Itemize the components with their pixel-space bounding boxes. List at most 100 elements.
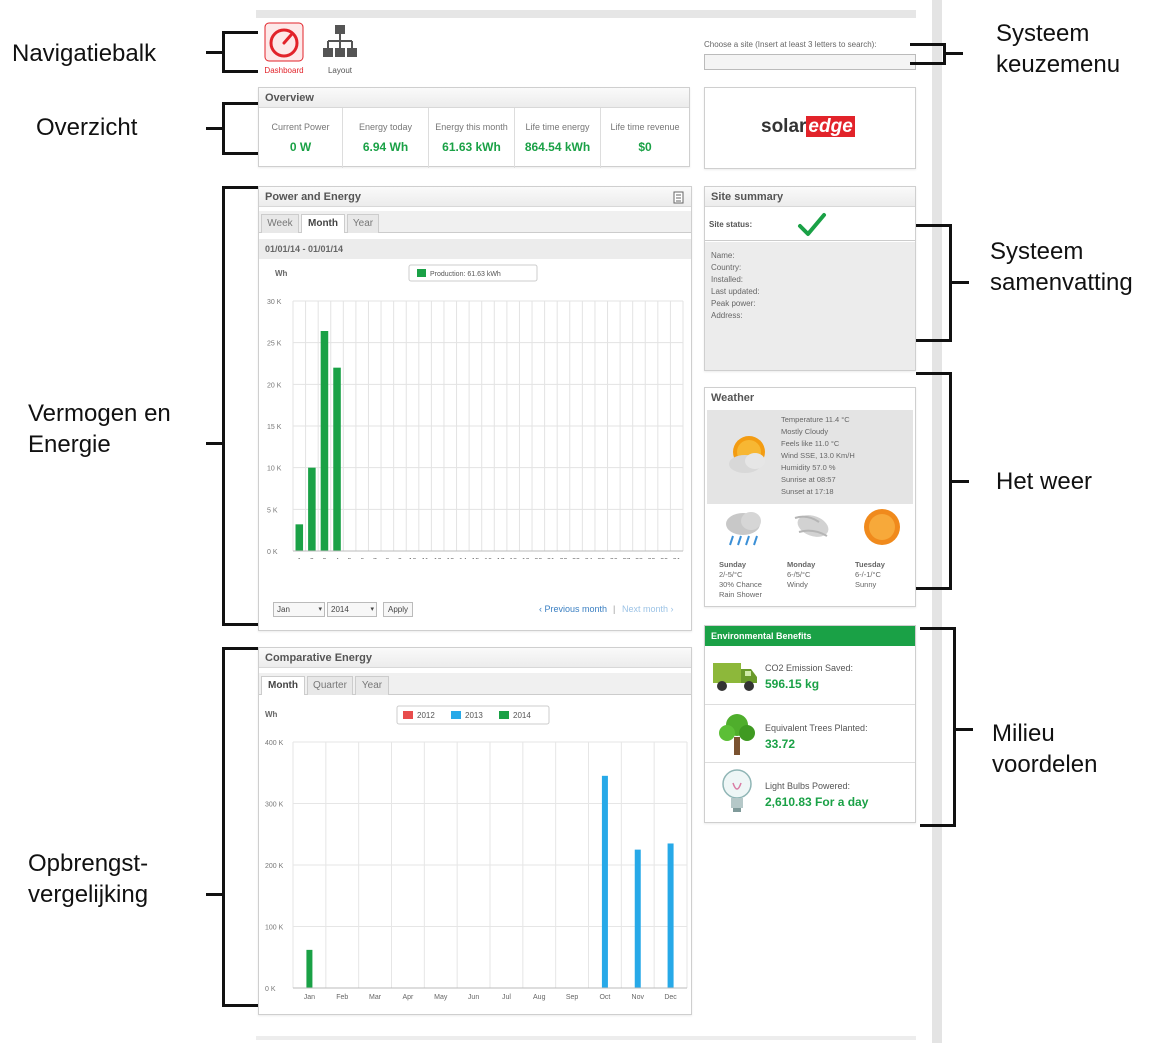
- x-tick-label: 31: [673, 558, 681, 559]
- x-tick-label: 5: [348, 558, 352, 559]
- brand-panel: solar edge: [704, 87, 916, 169]
- y-tick-label: 0 K: [265, 986, 276, 993]
- x-tick-label: 2: [310, 558, 314, 559]
- x-tick-label: Feb: [336, 994, 348, 1001]
- tab-year[interactable]: Year: [355, 676, 389, 695]
- forecast-day: Monday 6-/5/°C Windy: [781, 506, 847, 606]
- date-range: 01/01/14 - 01/01/14: [259, 239, 691, 259]
- apply-button[interactable]: Apply: [383, 602, 413, 617]
- annotation-env: Milieu voordelen: [992, 718, 1097, 780]
- comparative-chart: 2012 2013 2014 0 K 100 K 200 K 300 K 400 K Jan Fe…: [265, 705, 688, 1001]
- bracket-env: [920, 627, 956, 827]
- tab-month[interactable]: Month: [301, 214, 345, 233]
- x-tick-label: 15: [472, 558, 480, 559]
- env-row-co2: CO2 Emission Saved: 596.15 kg: [705, 647, 915, 705]
- truck-icon: [713, 663, 757, 691]
- bar-2013-Nov: [634, 849, 641, 988]
- overview-value: $0: [638, 140, 652, 154]
- bracket-tick: [206, 127, 223, 130]
- annotation-power: Vermogen en Energie: [28, 398, 171, 460]
- annotation-nav: Navigatiebalk: [12, 40, 157, 67]
- site-field: Address:: [711, 311, 743, 320]
- annotation-compare: Opbrengst- vergelijking: [28, 848, 148, 910]
- annotation-menu-line2: keuzemenu: [996, 51, 1121, 78]
- x-tick-label: Jan: [304, 994, 315, 1001]
- x-tick-label: Aug: [533, 994, 546, 1001]
- forecast-day-name: Tuesday: [855, 560, 885, 569]
- weather-line: Sunset at 17:18: [781, 487, 834, 496]
- logo-text-edge: edge: [806, 116, 855, 137]
- legend-label: 2014: [513, 711, 531, 720]
- overview-label: Energy today: [358, 122, 413, 132]
- env-row-bulbs: Light Bulbs Powered: 2,610.83 For a day: [705, 763, 915, 821]
- x-tick-label: 18: [509, 558, 517, 559]
- bracket-tick: [206, 51, 223, 54]
- x-tick-label: 20: [534, 558, 542, 559]
- env-value: 33.72: [765, 737, 796, 751]
- weather-current-details: Temperature 11.4 °C Mostly Cloudy Feels …: [781, 414, 855, 498]
- month-value: Jan: [277, 605, 290, 614]
- tab-quarter[interactable]: Quarter: [307, 676, 353, 695]
- year-value: 2014: [331, 605, 349, 614]
- next-month-link[interactable]: Next month ›: [622, 604, 674, 614]
- env-title: Environmental Benefits: [705, 626, 915, 646]
- site-field: Last updated:: [711, 287, 760, 296]
- x-tick-label: Apr: [402, 994, 414, 1001]
- overview-lifetime-energy: Life time energy 864.54 kWh: [515, 108, 601, 168]
- weather-line: Wind SSE, 13.0 Km/H: [781, 451, 855, 460]
- forecast-text: Windy: [787, 580, 808, 589]
- chevron-down-icon: ▾: [318, 606, 322, 613]
- overview-label: Current Power: [271, 122, 330, 132]
- annotation-weather: Het weer: [996, 468, 1093, 495]
- bar-day-4: [333, 367, 341, 551]
- x-tick-label: 21: [547, 558, 555, 559]
- site-chooser-input[interactable]: [704, 54, 916, 70]
- annotation-env-line1: Milieu: [992, 720, 1055, 747]
- month-select[interactable]: Jan ▾: [273, 602, 325, 617]
- year-select[interactable]: 2014 ▾: [327, 602, 377, 617]
- x-tick-label: 22: [560, 558, 568, 559]
- bracket-compare: [222, 647, 258, 1007]
- bracket-tick: [206, 442, 223, 445]
- x-tick-label: 10: [409, 558, 417, 559]
- tab-week[interactable]: Week: [261, 214, 299, 233]
- forecast-temp: 6-/-1/°C: [855, 570, 881, 579]
- site-field: Name:: [711, 251, 735, 260]
- overview-energy-today: Energy today 6.94 Wh: [343, 108, 429, 168]
- y-tick-label: 100 K: [265, 925, 284, 932]
- site-summary-panel: Site summary Site status: Name: Country:…: [704, 186, 916, 371]
- nav-item-layout[interactable]: Layout: [316, 20, 364, 78]
- bar-2013-Oct: [601, 775, 608, 988]
- annotation-menu: Systeem keuzemenu: [996, 18, 1120, 80]
- tab-year[interactable]: Year: [347, 214, 379, 233]
- bar-2013-Dec: [667, 843, 674, 988]
- previous-month-link[interactable]: ‹ Previous month: [539, 604, 607, 614]
- env-value: 2,610.83 For a day: [765, 795, 869, 809]
- tab-month[interactable]: Month: [261, 676, 305, 695]
- legend-swatch: [417, 269, 426, 277]
- overview-current-power: Current Power 0 W: [259, 108, 343, 168]
- export-icon[interactable]: [673, 191, 685, 204]
- bracket-menu: [910, 43, 946, 65]
- rain-cloud-icon: [726, 512, 761, 546]
- annotation-power-line2: Energie: [28, 431, 111, 458]
- x-tick-label: Sep: [566, 994, 579, 1001]
- nav-label-layout: Layout: [327, 66, 353, 75]
- x-tick-label: 6: [360, 558, 364, 559]
- comparative-energy-panel: Comparative Energy Month Quarter Year Wh…: [258, 647, 692, 1015]
- y-tick-label: 400 K: [265, 740, 284, 747]
- x-tick-label: 11: [421, 558, 428, 559]
- nav-item-dashboard[interactable]: Dashboard: [260, 20, 308, 78]
- bar-day-3: [320, 331, 329, 551]
- annotation-summary-line1: Systeem: [990, 238, 1084, 265]
- y-tick-label: 25 K: [267, 341, 282, 348]
- site-field: Installed:: [711, 275, 744, 284]
- env-value: 596.15 kg: [765, 677, 820, 691]
- annotation-compare-line1: Opbrengst-: [28, 850, 149, 877]
- overview-label: Life time energy: [525, 122, 590, 132]
- site-field: Country:: [711, 263, 742, 272]
- comparative-tabs: Month Quarter Year: [259, 673, 691, 695]
- x-tick-label: May: [434, 994, 448, 1001]
- env-label: CO2 Emission Saved:: [765, 663, 854, 673]
- overview-title: Overview: [259, 88, 689, 108]
